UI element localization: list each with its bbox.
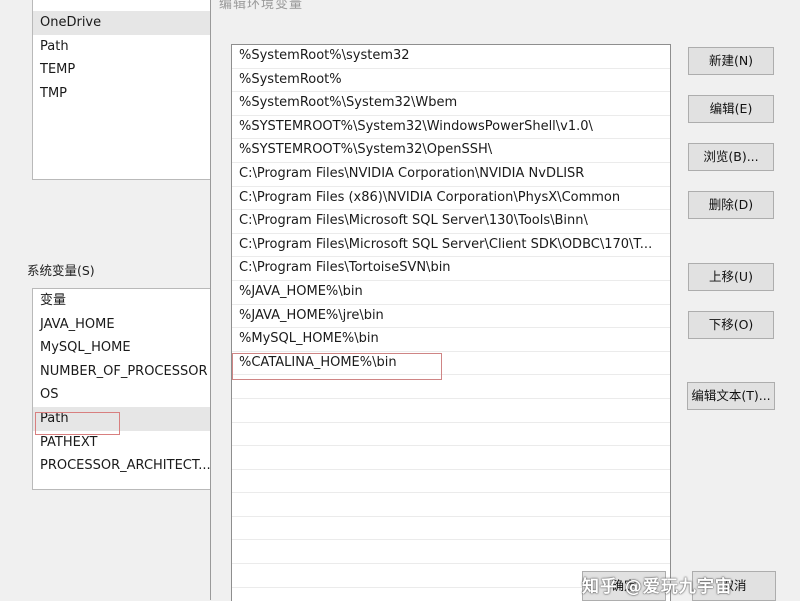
watermark-text: 知乎 @爱玩九宇宙	[582, 577, 733, 597]
empty-row[interactable]	[232, 540, 670, 565]
empty-row[interactable]	[232, 423, 670, 447]
path-entry-catalina[interactable]: %CATALINA_HOME%\bin	[232, 352, 670, 376]
path-entry[interactable]: %SYSTEMROOT%\System32\WindowsPowerShell\…	[232, 116, 670, 140]
delete-button[interactable]: 删除(D)	[688, 191, 774, 219]
system-variables-label: 系统变量(S)	[27, 263, 95, 278]
path-entry[interactable]: C:\Program Files\Microsoft SQL Server\13…	[232, 210, 670, 234]
path-entry[interactable]: %SystemRoot%	[232, 69, 670, 93]
empty-row[interactable]	[232, 517, 670, 541]
move-up-button[interactable]: 上移(U)	[688, 263, 774, 291]
list-header: 变量	[40, 293, 67, 308]
system-variables-list[interactable]: 变量 JAVA_HOME MySQL_HOME NUMBER_OF_PROCES…	[32, 288, 230, 490]
list-item	[33, 0, 229, 11]
path-entries-list[interactable]: %SystemRoot%\system32 %SystemRoot% %Syst…	[231, 44, 671, 601]
empty-row[interactable]	[232, 446, 670, 470]
empty-row[interactable]	[232, 375, 670, 399]
path-entry[interactable]: %SYSTEMROOT%\System32\OpenSSH\	[232, 139, 670, 163]
list-item[interactable]: Path	[33, 35, 229, 59]
move-down-button[interactable]: 下移(O)	[688, 311, 774, 339]
path-entry[interactable]: %SystemRoot%\System32\Wbem	[232, 92, 670, 116]
new-button[interactable]: 新建(N)	[688, 47, 774, 75]
list-item[interactable]: PATHEXT	[33, 431, 229, 455]
edit-environment-variable-dialog: 编辑环境变量 %SystemRoot%\system32 %SystemRoot…	[210, 0, 800, 601]
empty-row[interactable]	[232, 493, 670, 517]
edit-button[interactable]: 编辑(E)	[688, 95, 774, 123]
list-item[interactable]: TEMP	[33, 58, 229, 82]
path-entry[interactable]: C:\Program Files\TortoiseSVN\bin	[232, 257, 670, 281]
list-item[interactable]: OS	[33, 383, 229, 407]
environment-variables-window: OneDrive Path TEMP TMP 系统变量(S) 变量 JAVA_H…	[0, 0, 230, 600]
path-entry[interactable]: C:\Program Files\Microsoft SQL Server\Cl…	[232, 234, 670, 258]
path-entry[interactable]: C:\Program Files\NVIDIA Corporation\NVID…	[232, 163, 670, 187]
path-entry[interactable]: C:\Program Files (x86)\NVIDIA Corporatio…	[232, 187, 670, 211]
list-item-path[interactable]: Path	[33, 406, 229, 431]
list-item[interactable]: JAVA_HOME	[33, 313, 229, 337]
empty-row[interactable]	[232, 399, 670, 423]
list-item[interactable]: NUMBER_OF_PROCESSOR	[33, 360, 229, 384]
list-item[interactable]: MySQL_HOME	[33, 336, 229, 360]
list-item[interactable]: OneDrive	[33, 11, 229, 35]
list-item[interactable]: PROCESSOR_ARCHITECT...	[33, 454, 229, 478]
edit-text-button[interactable]: 编辑文本(T)...	[687, 382, 775, 410]
browse-button[interactable]: 浏览(B)...	[688, 143, 774, 171]
dialog-title: 编辑环境变量	[219, 0, 304, 12]
path-entry[interactable]: %JAVA_HOME%\jre\bin	[232, 305, 670, 329]
path-entry[interactable]: %MySQL_HOME%\bin	[232, 328, 670, 352]
path-entry[interactable]: %JAVA_HOME%\bin	[232, 281, 670, 305]
user-variables-list[interactable]: OneDrive Path TEMP TMP	[32, 0, 230, 180]
list-item[interactable]: TMP	[33, 82, 229, 106]
path-entry[interactable]: %SystemRoot%\system32	[232, 45, 670, 69]
empty-row[interactable]	[232, 470, 670, 494]
